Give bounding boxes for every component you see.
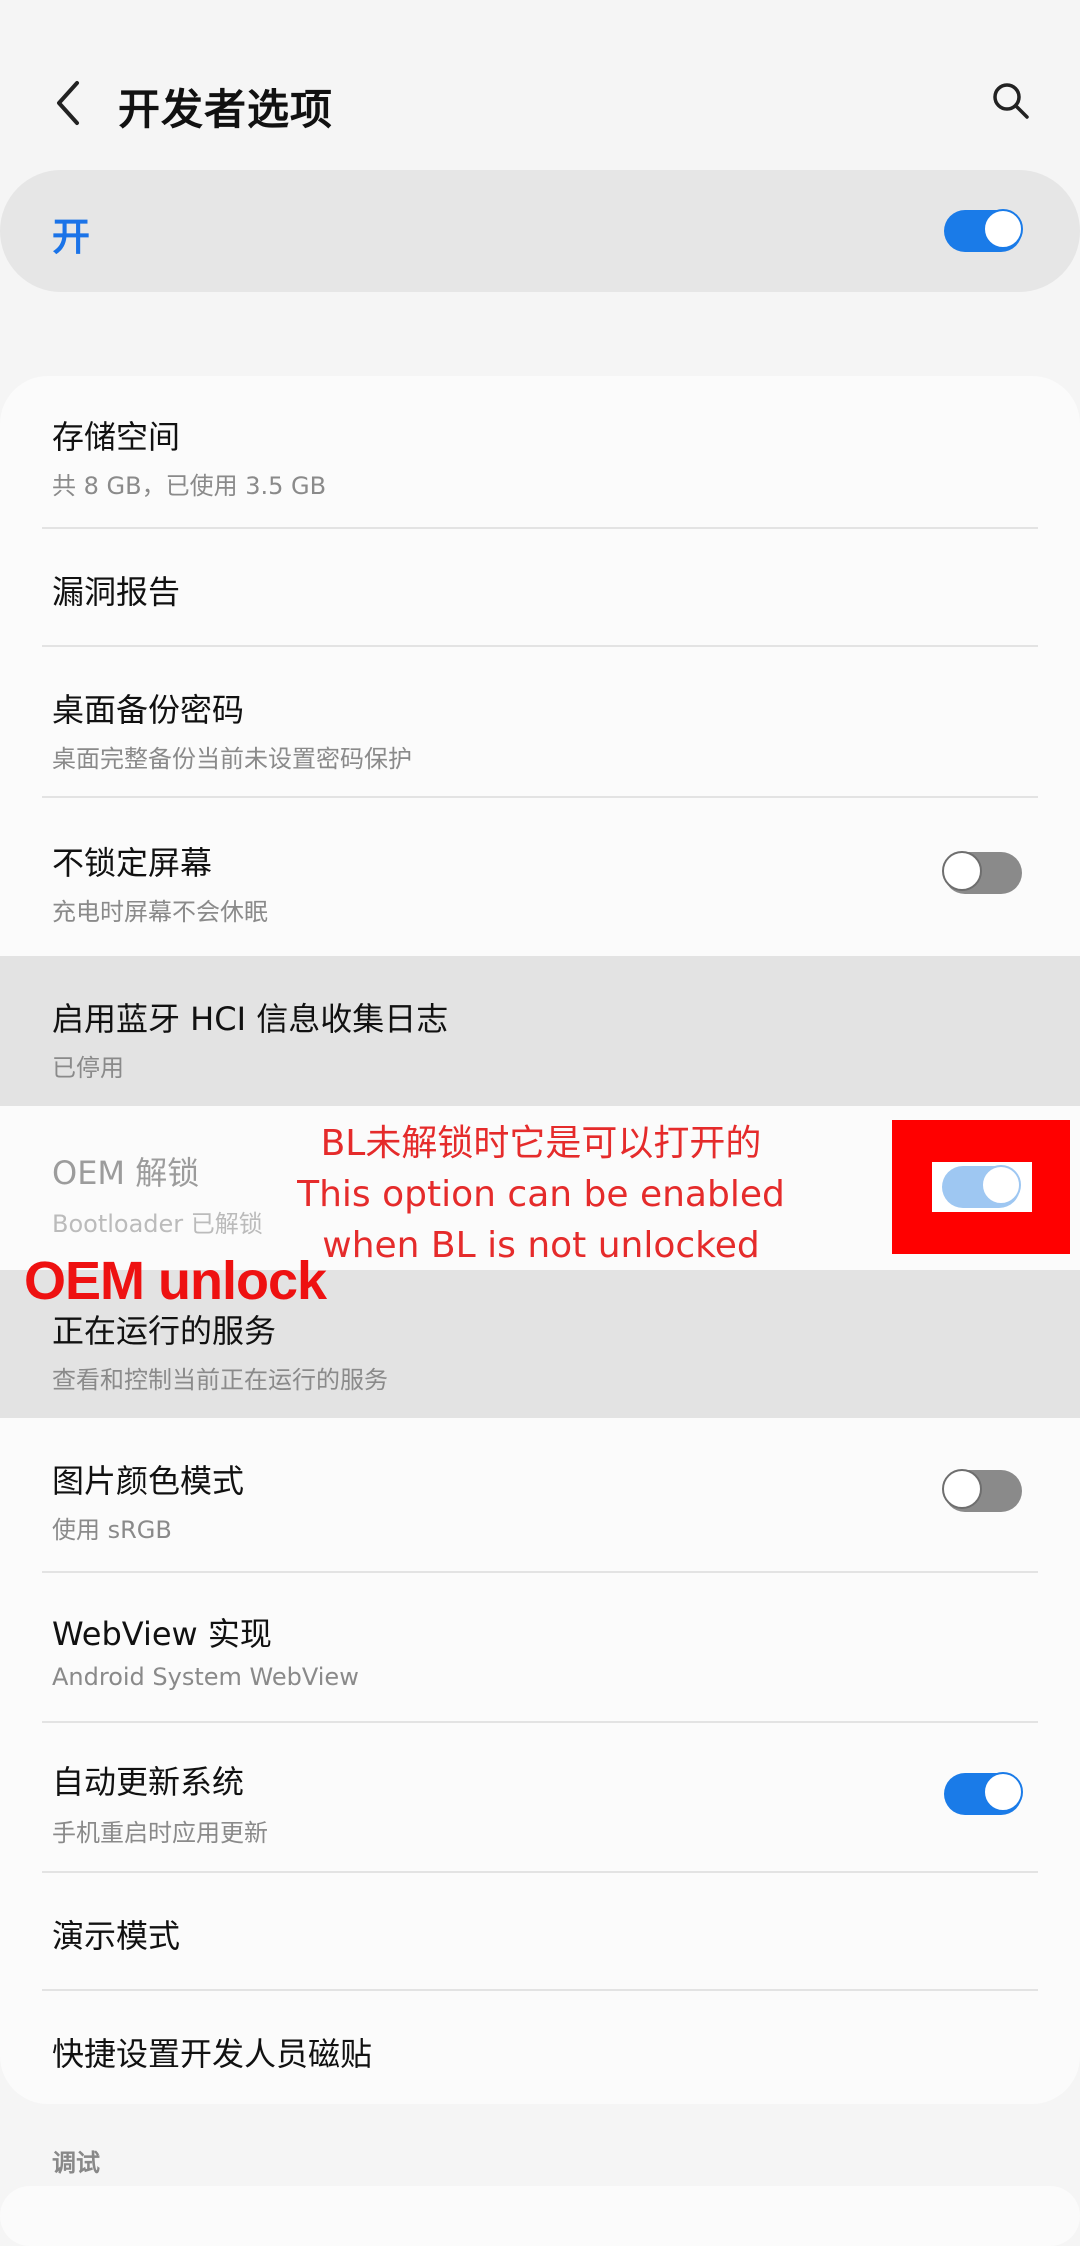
annotation-note-line: when BL is not unlocked <box>322 1225 760 1266</box>
setting-title: 快捷设置开发人员磁贴 <box>52 2035 373 2073</box>
setting-quick-settings-developer-tiles[interactable]: 快捷设置开发人员磁贴 <box>0 1991 1080 2104</box>
setting-title: OEM 解锁 <box>52 1154 200 1192</box>
master-toggle[interactable] <box>944 209 1023 252</box>
annotation-note-line: This option can be enabled <box>297 1174 785 1215</box>
annotation-note-line: BL未解锁时它是可以打开的 <box>320 1123 762 1164</box>
setting-title: 自动更新系统 <box>52 1763 245 1801</box>
search-icon <box>993 83 1029 119</box>
setting-bluetooth-hci-log[interactable]: 启用蓝牙 HCI 信息收集日志 已停用 <box>0 956 1080 1106</box>
debug-settings-card <box>0 2186 1080 2246</box>
setting-stay-awake[interactable]: 不锁定屏幕 充电时屏幕不会休眠 <box>0 798 1080 954</box>
setting-title: 不锁定屏幕 <box>52 844 213 882</box>
stay-awake-toggle[interactable] <box>942 851 1022 894</box>
color-mode-toggle[interactable] <box>942 1469 1022 1512</box>
back-arrow-icon <box>57 81 79 125</box>
setting-title: 图片颜色模式 <box>52 1462 245 1500</box>
setting-title: 存储空间 <box>52 418 181 456</box>
setting-subtitle: Bootloader 已解锁 <box>52 1210 263 1238</box>
setting-subtitle: 共 8 GB，已使用 3.5 GB <box>52 472 327 500</box>
annotation-oem-unlock-label: OEM unlock <box>24 1251 327 1311</box>
toggle-knob <box>942 1469 982 1509</box>
setting-bug-report[interactable]: 漏洞报告 <box>0 529 1080 647</box>
annotation-highlight-box <box>892 1120 1070 1254</box>
setting-subtitle: 查看和控制当前正在运行的服务 <box>52 1366 388 1394</box>
setting-picture-color-mode[interactable]: 图片颜色模式 使用 sRGB <box>0 1420 1080 1570</box>
toggle-knob <box>942 851 982 891</box>
setting-title: WebView 实现 <box>52 1615 272 1653</box>
setting-subtitle: 手机重启时应用更新 <box>52 1819 268 1847</box>
setting-subtitle: 桌面完整备份当前未设置密码保护 <box>52 745 412 773</box>
setting-demo-mode[interactable]: 演示模式 <box>0 1873 1080 1989</box>
app-bar: 开发者选项 <box>0 0 1080 170</box>
back-button[interactable] <box>40 70 96 136</box>
toggle-knob <box>983 1772 1023 1812</box>
setting-subtitle: 使用 sRGB <box>52 1516 172 1544</box>
setting-webview-implementation[interactable]: WebView 实现 Android System WebView <box>0 1573 1080 1721</box>
oem-unlock-toggle[interactable] <box>942 1165 1021 1208</box>
section-header-debug: 调试 <box>52 2149 100 2177</box>
setting-title: 桌面备份密码 <box>52 691 245 729</box>
setting-desktop-backup-password[interactable]: 桌面备份密码 桌面完整备份当前未设置密码保护 <box>0 647 1080 797</box>
setting-subtitle: 充电时屏幕不会休眠 <box>52 898 268 926</box>
page-title: 开发者选项 <box>118 85 334 134</box>
toggle-knob <box>983 209 1023 249</box>
master-switch-label: 开 <box>52 215 91 259</box>
annotation-highlight-inner <box>932 1162 1032 1212</box>
toggle-knob <box>981 1165 1021 1205</box>
setting-title: 启用蓝牙 HCI 信息收集日志 <box>52 1000 449 1038</box>
annotation-note: BL未解锁时它是可以打开的 This option can be enabled… <box>258 1118 824 1271</box>
setting-title: 正在运行的服务 <box>52 1312 277 1350</box>
auto-update-toggle[interactable] <box>944 1772 1023 1815</box>
setting-storage[interactable]: 存储空间 共 8 GB，已使用 3.5 GB <box>0 376 1080 528</box>
setting-title: 漏洞报告 <box>52 573 181 611</box>
search-button[interactable] <box>985 72 1037 130</box>
setting-subtitle: 已停用 <box>52 1054 124 1082</box>
setting-auto-system-update[interactable]: 自动更新系统 手机重启时应用更新 <box>0 1723 1080 1871</box>
setting-subtitle: Android System WebView <box>52 1663 359 1691</box>
developer-options-master-switch[interactable]: 开 <box>0 170 1080 292</box>
setting-title: 演示模式 <box>52 1917 181 1955</box>
